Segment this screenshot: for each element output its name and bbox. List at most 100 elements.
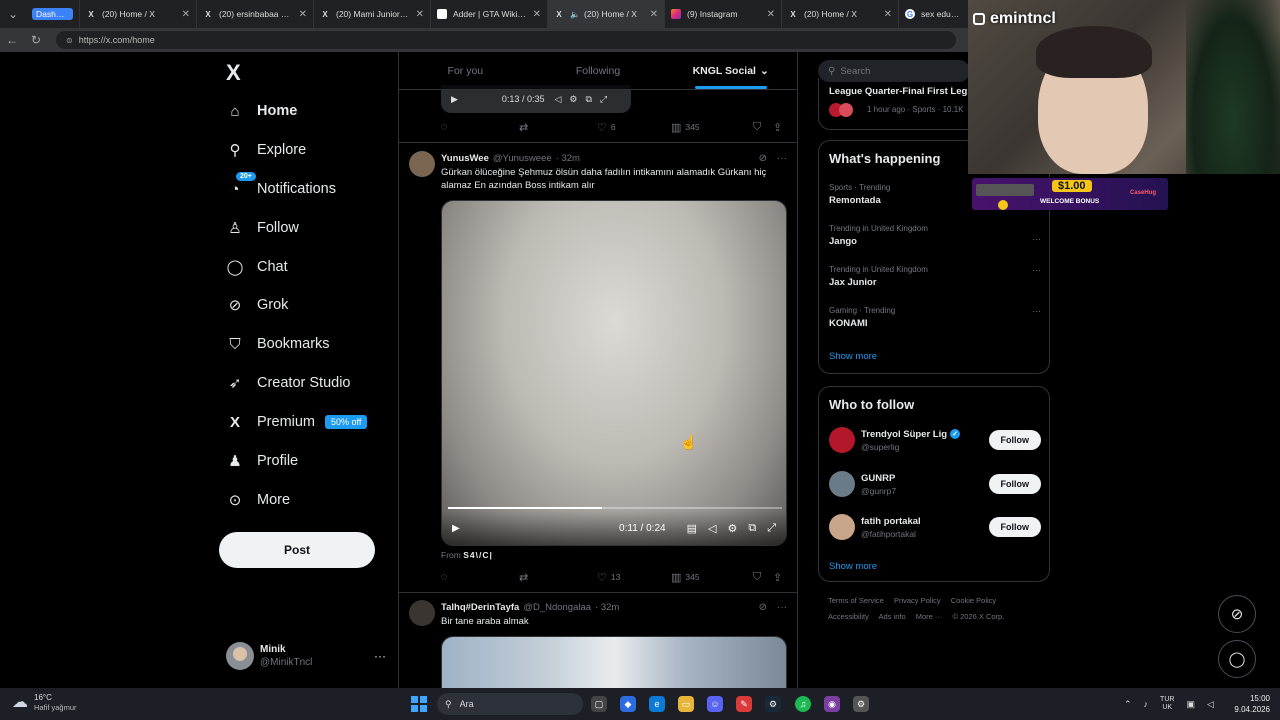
sidebar-item-chat[interactable]: ◯ Chat — [226, 252, 288, 282]
close-tab-icon[interactable]: ✕ — [884, 9, 892, 20]
taskbar-search[interactable]: ⚲ Ara — [437, 693, 583, 715]
bookmark-button[interactable]: ⛉ — [753, 121, 773, 134]
close-tab-icon[interactable]: ✕ — [533, 9, 541, 20]
captions-icon[interactable]: ▤ — [687, 522, 697, 535]
like-button[interactable]: ♡ 6 — [597, 121, 671, 134]
discord-icon[interactable]: ☺ — [707, 696, 723, 712]
app-icon[interactable]: ✎ — [736, 696, 752, 712]
reply-button[interactable]: ◌ — [441, 571, 519, 583]
tab-for-you[interactable]: For you — [399, 52, 532, 89]
tab-mami-junior[interactable]: X (20) Mami Junior on X: ✕ — [314, 0, 431, 28]
more-dots-icon[interactable]: ··· — [1032, 306, 1041, 316]
volume-icon[interactable]: ◁ — [554, 94, 561, 105]
messages-floating-button[interactable]: ◯ — [1218, 640, 1256, 678]
avatar[interactable] — [409, 600, 435, 626]
author-name[interactable]: Talhq#DerinTayfa — [441, 602, 519, 613]
more-dots-icon[interactable]: ··· — [1032, 265, 1041, 275]
tab-gta-wiki[interactable]: Adder | GTA Wiki | Fan ✕ — [431, 0, 548, 28]
x-logo-icon[interactable]: X — [226, 60, 241, 86]
share-button[interactable]: ⇪ — [773, 121, 786, 134]
tab-instagram[interactable]: (9) Instagram ✕ — [665, 0, 782, 28]
views-button[interactable]: ▥ 345 — [671, 571, 753, 584]
sidebar-item-explore[interactable]: ⚲ Explore — [226, 135, 307, 165]
follow-button[interactable]: Follow — [988, 517, 1041, 537]
more-dots-icon[interactable]: ··· — [374, 649, 386, 663]
follow-suggestion[interactable]: GUNRP @gunrp7 Follow — [829, 469, 1041, 499]
post-button[interactable]: Post — [219, 532, 375, 568]
sidebar-item-more[interactable]: ⊙ More — [226, 485, 290, 515]
tab-x-home[interactable]: X (20) Home / X ✕ — [80, 0, 197, 28]
fullscreen-icon[interactable]: ⤢ — [767, 522, 776, 535]
network-icon[interactable]: ▣ — [1186, 699, 1195, 710]
tweet-time[interactable]: · 32m — [556, 153, 580, 164]
sidebar-item-profile[interactable]: ♟ Profile — [226, 446, 298, 476]
play-icon[interactable]: ▶ — [452, 523, 460, 534]
more-dots-icon[interactable]: ··· — [1032, 234, 1041, 244]
reload-icon[interactable]: ↻ — [24, 33, 48, 47]
sidebar-item-notifications[interactable]: ◔ 20+ Notifications — [226, 172, 336, 204]
grok-icon[interactable]: ⊘ — [759, 602, 767, 613]
account-switcher[interactable]: Minik @MinikTncl ··· — [226, 638, 386, 674]
tab-ersinbabaa[interactable]: X (20) ersinbabaa on X: ✕ — [197, 0, 314, 28]
sidebar-item-premium[interactable]: X Premium 50% off — [226, 407, 368, 437]
views-button[interactable]: ▥ 345 — [671, 121, 753, 134]
from-source[interactable]: S4\/C| — [463, 550, 493, 560]
sidebar-item-home[interactable]: ⌂ Home — [226, 96, 297, 126]
close-tab-icon[interactable]: ✕ — [299, 9, 307, 20]
tab-x-home-2[interactable]: X (20) Home / X ✕ — [782, 0, 899, 28]
footer-link[interactable]: Accessibility — [828, 612, 869, 621]
follow-button[interactable]: Follow — [988, 474, 1041, 494]
obs-icon[interactable]: ◉ — [824, 696, 840, 712]
reply-button[interactable]: ◌ — [441, 121, 519, 133]
close-tab-icon[interactable]: ✕ — [416, 9, 424, 20]
sidebar-item-follow[interactable]: ♙ Follow — [226, 213, 299, 243]
more-dots-icon[interactable]: ··· — [777, 153, 787, 164]
tab-list-dropdown[interactable]: ⌄ — [0, 0, 26, 28]
pip-icon[interactable]: ⧉ — [585, 94, 591, 105]
footer-link[interactable]: Privacy Policy — [894, 596, 941, 605]
footer-link[interactable]: Terms of Service — [828, 596, 884, 605]
avatar[interactable] — [409, 151, 435, 177]
system-clock[interactable]: 15:00 9.04.2026 — [1228, 693, 1270, 715]
tweet-time[interactable]: · 32m — [595, 602, 619, 613]
weather-widget[interactable]: ☁ 16°C Hafif yağmur — [12, 692, 77, 712]
microphone-icon[interactable]: ♪ — [1144, 699, 1149, 709]
tweet-image[interactable] — [441, 636, 787, 688]
footer-link[interactable]: Cookie Policy — [951, 596, 996, 605]
grok-floating-button[interactable]: ⊘ — [1218, 595, 1256, 633]
retweet-button[interactable]: ⇄ — [519, 121, 597, 134]
footer-link[interactable]: Ads info — [879, 612, 906, 621]
settings-icon[interactable]: ⚙ — [569, 94, 577, 105]
grok-icon[interactable]: ⊘ — [759, 153, 767, 164]
url-field[interactable]: ⊜ https://x.com/home — [56, 31, 956, 49]
tab-group-dashboard[interactable]: Dashboard — [26, 0, 80, 28]
share-button[interactable]: ⇪ — [773, 571, 786, 584]
follow-button[interactable]: Follow — [988, 430, 1041, 450]
tab-kngl-social[interactable]: KNGL Social ⌄ — [664, 52, 797, 89]
author-handle[interactable]: @Yunusweee — [493, 153, 552, 164]
video-progress[interactable] — [448, 507, 782, 509]
volume-icon[interactable]: ◁ — [708, 522, 716, 535]
sidebar-item-grok[interactable]: ⊘ Grok — [226, 290, 289, 320]
steam-icon[interactable]: ⚙ — [765, 696, 781, 712]
follow-suggestion[interactable]: Trendyol Süper Lig ✓ @superlig Follow — [829, 425, 1041, 455]
like-button[interactable]: ♡ 13 — [597, 571, 671, 584]
copilot-icon[interactable]: ◆ — [620, 696, 636, 712]
close-tab-icon[interactable]: ✕ — [767, 9, 775, 20]
more-dots-icon[interactable]: ··· — [777, 602, 787, 613]
bookmark-button[interactable]: ⛉ — [753, 571, 773, 584]
tab-following[interactable]: Following — [532, 52, 665, 89]
volume-icon[interactable]: ◁ — [1207, 699, 1214, 710]
task-view-icon[interactable]: ▢ — [591, 696, 607, 712]
spotify-icon[interactable]: ♫ — [795, 696, 811, 712]
tab-google-search[interactable]: G sex education — [899, 0, 969, 28]
author-handle[interactable]: @D_Ndongalaa — [523, 602, 591, 613]
follow-suggestion[interactable]: fatih portakal @fatihportakal Follow — [829, 512, 1041, 542]
tweet-video[interactable]: ▶ 0:11 / 0:24 ▤ ◁ ⚙ ⧉ ⤢ — [441, 200, 787, 546]
show-more-link[interactable]: Show more — [829, 561, 877, 572]
trend-item[interactable]: Trending in United Kingdom Jax Junior ··… — [829, 265, 1041, 288]
play-icon[interactable]: ▶ — [451, 94, 458, 105]
pip-icon[interactable]: ⧉ — [748, 522, 756, 535]
site-info-icon[interactable]: ⊜ — [66, 36, 73, 45]
settings-icon[interactable]: ⚙ — [853, 696, 869, 712]
